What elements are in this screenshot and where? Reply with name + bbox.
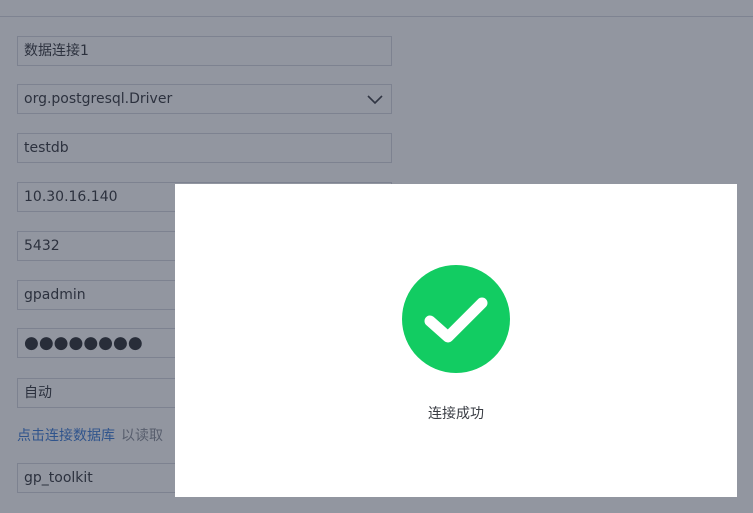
- connection-settings-page: 数据连接1 org.postgresql.Driver testdb 10.30…: [0, 0, 753, 513]
- success-message: 连接成功: [428, 406, 484, 422]
- connection-success-dialog: 连接成功: [175, 184, 737, 497]
- check-circle-icon: [402, 265, 510, 373]
